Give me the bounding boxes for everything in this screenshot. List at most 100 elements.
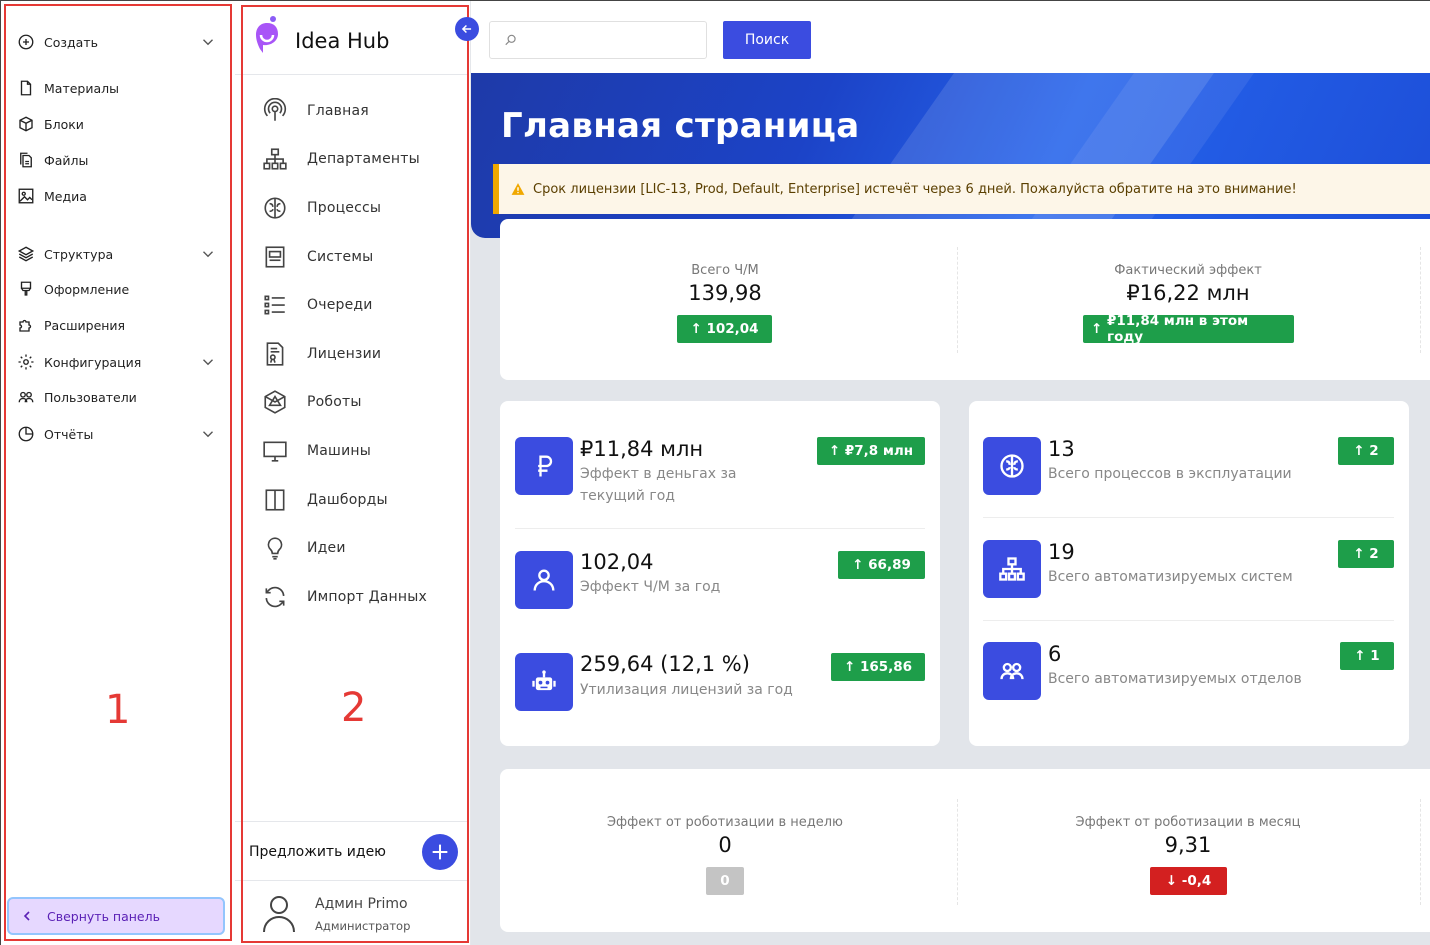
files-icon xyxy=(15,149,37,171)
brush-icon xyxy=(15,278,37,300)
nav-item-label: Импорт Данных xyxy=(307,589,428,605)
nav-item-ideas[interactable]: Идеи xyxy=(261,532,461,564)
menu-item-extensions[interactable]: Расширения xyxy=(15,311,221,339)
brain-icon xyxy=(261,194,289,222)
chevron-down-icon[interactable] xyxy=(199,245,217,263)
menu-item-reports[interactable]: Отчёты xyxy=(15,420,221,448)
badge-value: 102,04 xyxy=(706,321,759,337)
nav-item-systems[interactable]: Системы xyxy=(261,241,461,273)
menu-item-users[interactable]: Пользователи xyxy=(15,383,221,411)
monthly-effect-label: Эффект от роботизации в месяц xyxy=(1075,815,1301,830)
actual-effect-value: ₽16,22 млн xyxy=(1126,281,1250,305)
suggest-idea-label: Предложить идею xyxy=(249,844,386,860)
top-bar: Поиск xyxy=(471,1,1430,73)
kpi-badge: ↑ 2 xyxy=(1338,437,1394,465)
brain-icon xyxy=(983,437,1041,495)
annotation-number-2: 2 xyxy=(341,685,367,731)
kpi-value: 259,64 (12,1 %) xyxy=(580,652,750,676)
menu-item-materials[interactable]: Материалы xyxy=(15,74,221,102)
menu-item-label: Расширения xyxy=(44,317,126,333)
total-hm-value: 139,98 xyxy=(688,281,762,305)
sitemap-icon xyxy=(261,145,289,173)
plus-icon xyxy=(432,844,448,860)
menu-item-create[interactable]: Создать xyxy=(15,28,221,56)
menu-item-label: Оформление xyxy=(44,281,130,297)
collapse-sidebar-button[interactable] xyxy=(455,17,479,41)
refresh-icon xyxy=(261,583,289,611)
left-panel-1: Создать Материалы Блоки Файлы Медиа Стру… xyxy=(1,1,235,945)
menu-item-files[interactable]: Файлы xyxy=(15,146,221,174)
license-alert: Срок лицензии [LIC-13, Prod, Default, En… xyxy=(493,164,1430,214)
arrow-left-icon xyxy=(461,24,472,34)
annotation-number-1: 1 xyxy=(105,687,131,733)
kpi-badge: ↑ 165,86 xyxy=(831,653,925,681)
kpi-desc: Эффект Ч/М за год xyxy=(580,579,721,595)
search-button[interactable]: Поиск xyxy=(723,21,811,59)
menu-item-blocks[interactable]: Блоки xyxy=(15,110,221,138)
weekly-effect-value: 0 xyxy=(718,833,732,857)
gear-icon xyxy=(15,351,37,373)
ruble-icon xyxy=(515,437,573,495)
avatar[interactable] xyxy=(261,894,297,934)
menu-item-structure[interactable]: Структура xyxy=(15,240,221,268)
menu-item-configuration[interactable]: Конфигурация xyxy=(15,348,221,376)
kpi-badge: ↑ ₽7,8 млн xyxy=(817,437,925,465)
kpi-value: ₽11,84 млн xyxy=(580,437,704,461)
kpi-value: 6 xyxy=(1048,642,1062,666)
annotation-frame-1 xyxy=(4,4,232,941)
document-icon xyxy=(15,77,37,99)
nav-item-licenses[interactable]: Лицензии xyxy=(261,338,461,370)
badge-value: 1 xyxy=(1370,648,1380,664)
badge-value: 2 xyxy=(1369,443,1379,459)
left-panel-2: Idea Hub Главная Департаменты Процессы С… xyxy=(235,1,471,945)
users-icon xyxy=(15,386,37,408)
kpi-badge: ↑ 66,89 xyxy=(838,551,925,579)
nav-item-processes[interactable]: Процессы xyxy=(261,192,461,224)
badge-value: ₽7,8 млн xyxy=(844,443,914,459)
podcast-icon xyxy=(261,97,289,125)
arrow-up-icon: ↑ xyxy=(1353,443,1370,459)
search-input[interactable] xyxy=(489,21,707,59)
kpi-value: 19 xyxy=(1048,540,1075,564)
menu-item-label: Конфигурация xyxy=(44,354,142,370)
nav-item-data-import[interactable]: Импорт Данных xyxy=(261,581,461,613)
nav-item-label: Роботы xyxy=(307,394,362,410)
page-title: Главная страница xyxy=(501,106,860,146)
arrow-up-icon: ↑ xyxy=(852,557,869,573)
nav-item-home[interactable]: Главная xyxy=(261,95,461,127)
arrow-up-icon: ↑ xyxy=(843,659,860,675)
chevron-down-icon[interactable] xyxy=(199,425,217,443)
license-icon xyxy=(261,340,289,368)
sitemap-icon xyxy=(983,540,1041,598)
license-alert-text: Срок лицензии [LIC-13, Prod, Default, En… xyxy=(533,181,1297,197)
chevron-down-icon[interactable] xyxy=(199,33,217,51)
kpi-card-right: 13 Всего процессов в эксплуатации ↑ 2 19… xyxy=(969,401,1409,746)
puzzle-icon xyxy=(15,314,37,336)
nav-item-label: Идеи xyxy=(307,540,346,556)
user-icon xyxy=(515,551,573,609)
total-hm-label: Всего Ч/М xyxy=(691,263,759,278)
kpi-badge: ↑ 2 xyxy=(1338,540,1394,568)
kpi-desc: Всего автоматизируемых отделов xyxy=(1048,671,1302,687)
collapse-panel-button[interactable]: Свернуть панель xyxy=(7,897,225,935)
chevron-down-icon[interactable] xyxy=(199,353,217,371)
nav-item-robots[interactable]: Роботы xyxy=(261,386,461,418)
nav-item-dashboards[interactable]: Дашборды xyxy=(261,484,461,516)
kpi-desc: Эффект в деньгах за текущий год xyxy=(580,466,737,504)
list-icon xyxy=(261,291,289,319)
nav-item-departments[interactable]: Департаменты xyxy=(261,143,461,175)
user-role: Администратор xyxy=(315,919,411,933)
logo-icon xyxy=(256,16,278,53)
weekly-effect-badge: 0 xyxy=(706,867,744,895)
menu-item-media[interactable]: Медиа xyxy=(15,182,221,210)
menu-item-label: Отчёты xyxy=(44,426,94,442)
nav-item-machines[interactable]: Машины xyxy=(261,435,461,467)
robot-icon xyxy=(261,388,289,416)
suggest-idea-button[interactable] xyxy=(422,834,458,870)
menu-item-label: Блоки xyxy=(44,116,84,132)
layers-icon xyxy=(15,243,37,265)
menu-item-design[interactable]: Оформление xyxy=(15,275,221,303)
nav-item-queues[interactable]: Очереди xyxy=(261,289,461,321)
summary-card: Всего Ч/М 139,98 ↑ 102,04 Фактический эф… xyxy=(500,219,1430,380)
kpi-badge: ↑ 1 xyxy=(1340,642,1394,670)
